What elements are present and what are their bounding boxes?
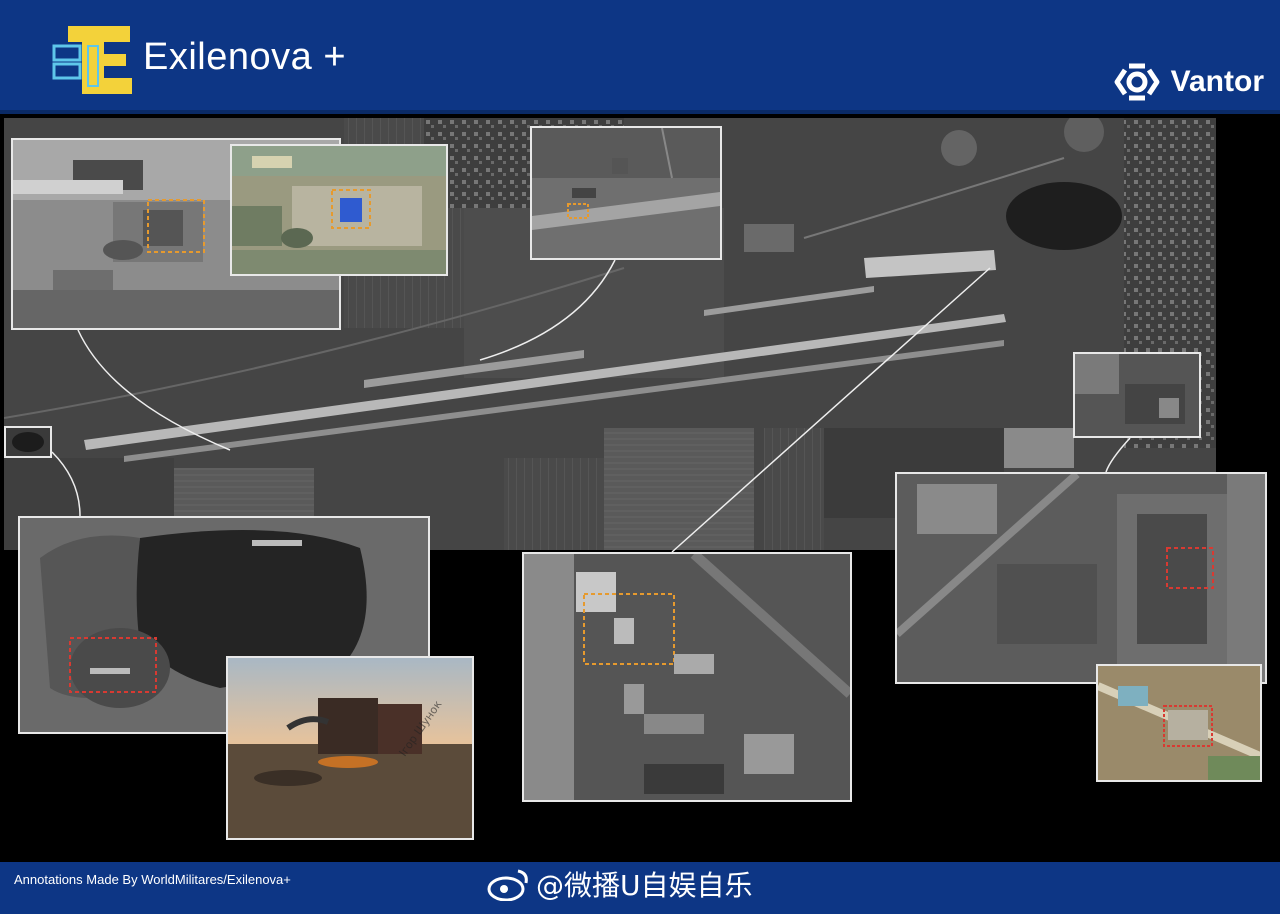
weibo-watermark: @微播U自娱自乐 [486, 862, 753, 906]
annotation-credit: Annotations Made By WorldMilitares/Exile… [14, 872, 291, 887]
vantor-label: Vantor [1170, 65, 1264, 98]
inset-depot-color [1096, 664, 1262, 782]
exilenova-logo [52, 24, 134, 94]
weibo-icon [487, 869, 528, 901]
photo-burned-vehicle [226, 656, 474, 840]
header-divider [0, 110, 1280, 114]
inset-marker-right [1073, 352, 1201, 438]
inset-hangar-color [230, 144, 448, 276]
watermark-text: @微播U自娱自乐 [536, 869, 753, 902]
inset-apron [522, 552, 852, 802]
brand-title: Exilenova + [143, 36, 347, 78]
vantor-icon [1114, 63, 1160, 101]
inset-depot [895, 472, 1267, 684]
vantor-brand: Vantor [1111, 62, 1264, 102]
inset-aircraft-parking [530, 126, 722, 260]
inset-marker-left [4, 426, 52, 458]
